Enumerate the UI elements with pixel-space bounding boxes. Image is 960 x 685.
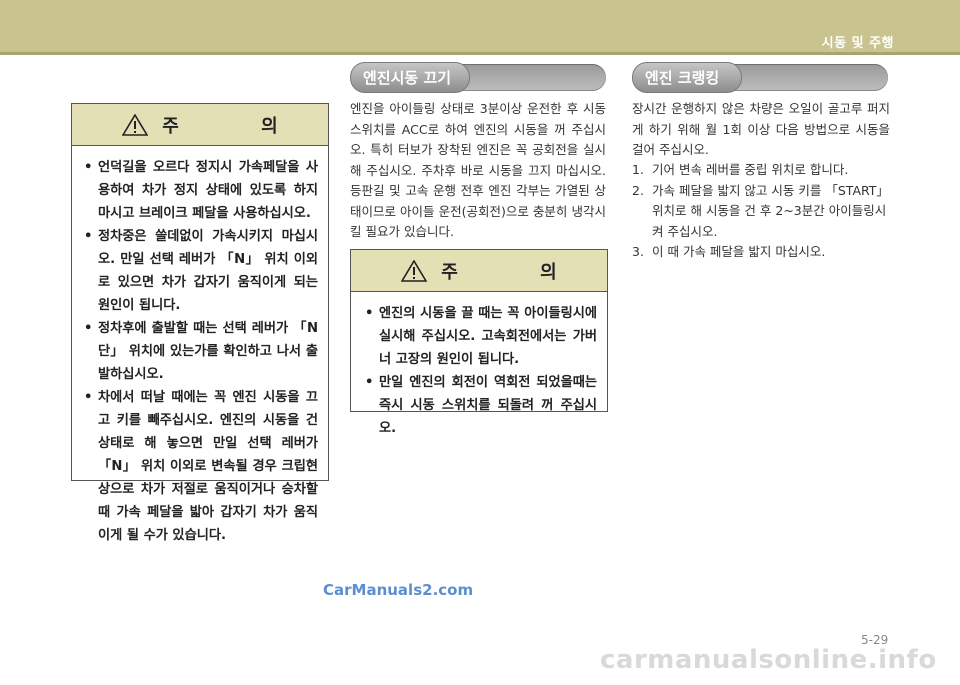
cranking-steps: 1. 기어 변속 레버를 중립 위치로 합니다. 2. 가속 페달을 밟지 않고…	[632, 160, 890, 263]
header-band	[0, 0, 960, 52]
caution-list: 언덕길을 오르다 정지시 가속페달을 사용하여 차가 정지 상태에 있도록 하지…	[84, 156, 318, 547]
caution-list: 엔진의 시동을 끌 때는 꼭 아이들링시에 실시해 주십시오. 고속회전에서는 …	[365, 302, 597, 440]
section-heading-engine-cranking: 엔진 크랭킹	[645, 69, 720, 87]
section-heading-engine-stop: 엔진시동 끄기	[363, 69, 452, 87]
section-heading-bar: 엔진시동 끄기	[350, 62, 606, 93]
step-number: 1.	[632, 162, 644, 177]
caution-item: 엔진의 시동을 끌 때는 꼭 아이들링시에 실시해 주십시오. 고속회전에서는 …	[365, 302, 597, 371]
step-item: 1. 기어 변속 레버를 중립 위치로 합니다.	[632, 160, 890, 181]
caution-item: 차에서 떠날 때에는 꼭 엔진 시동을 끄고 키를 빼주십시오. 엔진의 시동을…	[84, 386, 318, 547]
step-number: 3.	[632, 244, 644, 259]
step-text: 기어 변속 레버를 중립 위치로 합니다.	[652, 162, 849, 177]
caution-title: 주 의	[162, 115, 316, 137]
caution-item: 언덕길을 오르다 정지시 가속페달을 사용하여 차가 정지 상태에 있도록 하지…	[84, 156, 318, 225]
caution-item: 만일 엔진의 회전이 역회전 되었을때는 즉시 시동 스위치를 되돌려 꺼 주십…	[365, 371, 597, 440]
caution-box-left: 주 의 언덕길을 오르다 정지시 가속페달을 사용하여 차가 정지 상태에 있도…	[71, 103, 329, 543]
watermark-carmanuals2[interactable]: CarManuals2.com	[323, 581, 473, 599]
caution-item: 정차후에 출발할 때는 선택 레버가 「N단」 위치에 있는가를 확인하고 나서…	[84, 317, 318, 386]
caution-title: 주 의	[441, 261, 595, 283]
header-rule	[0, 52, 960, 55]
caution-header: 주 의	[72, 104, 328, 146]
warning-triangle-icon	[401, 259, 428, 282]
step-number: 2.	[632, 182, 644, 198]
step-text: 가속 페달을 밟지 않고 시동 키를 「START」위치로 해 시동을 건 후 …	[652, 182, 889, 239]
section-heading-cap: 엔진시동 끄기	[350, 62, 470, 93]
warning-triangle-icon	[122, 113, 149, 136]
watermark-carmanualsonline[interactable]: carmanualsonline.info	[600, 645, 937, 675]
section-heading-bar: 엔진 크랭킹	[632, 62, 888, 93]
caution-header: 주 의	[351, 250, 607, 292]
step-item: 3. 이 때 가속 페달을 밟지 마십시오.	[632, 242, 890, 263]
engine-cranking-intro: 장시간 운행하지 않은 차량은 오일이 골고루 퍼지게 하기 위해 월 1회 이…	[632, 101, 890, 157]
step-item: 2. 가속 페달을 밟지 않고 시동 키를 「START」위치로 해 시동을 건…	[632, 181, 890, 243]
chapter-title: 시동 및 주행	[821, 36, 894, 51]
caution-item: 정차중은 쓸데없이 가속시키지 마십시오. 만일 선택 레버가 「N」 위치 이…	[84, 225, 318, 317]
engine-stop-body: 엔진을 아이들링 상태로 3분이상 운전한 후 시동 스위치를 ACC로 하여 …	[350, 101, 606, 239]
caution-box-middle: 주 의 엔진의 시동을 끌 때는 꼭 아이들링시에 실시해 주십시오. 고속회전…	[350, 249, 608, 436]
section-heading-cap: 엔진 크랭킹	[632, 62, 742, 93]
step-text: 이 때 가속 페달을 밟지 마십시오.	[652, 244, 826, 259]
